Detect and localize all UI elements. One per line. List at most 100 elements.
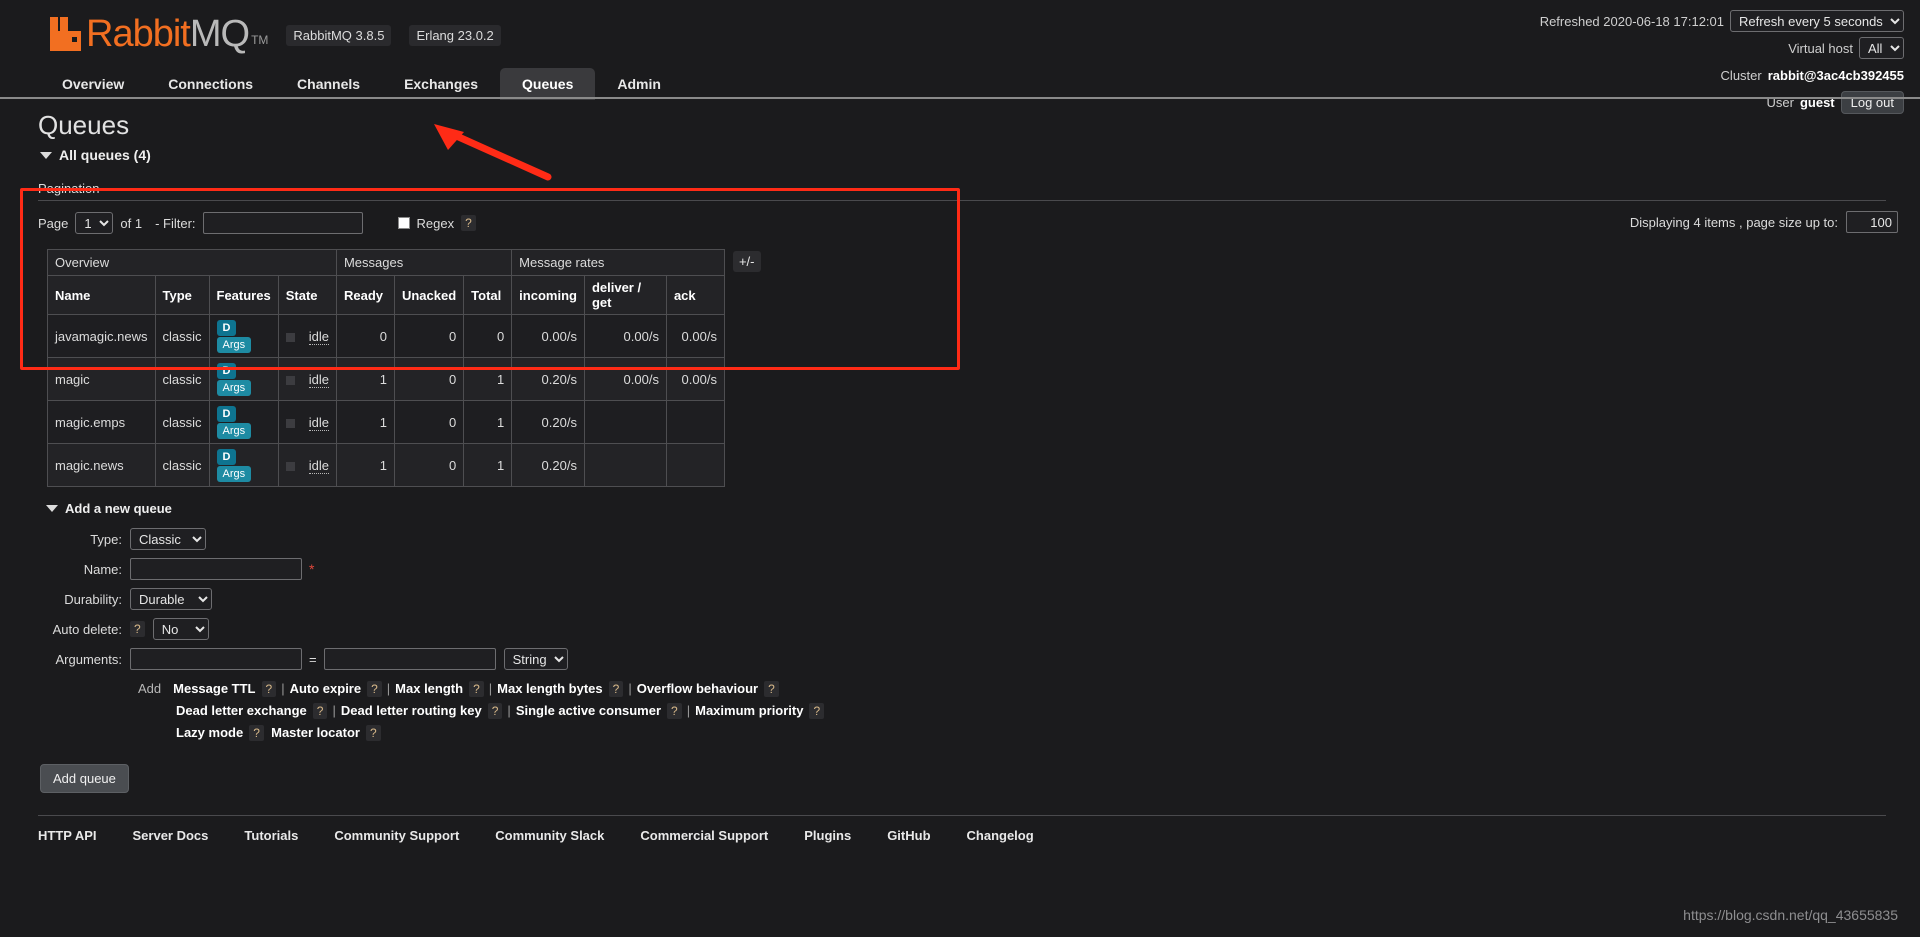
argument-preset-dead-letter-exchange[interactable]: Dead letter exchange xyxy=(176,703,307,718)
vhost-select[interactable]: All xyxy=(1859,37,1904,59)
argument-preset-message-ttl[interactable]: Message TTL xyxy=(173,681,255,696)
argument-preset-max-length[interactable]: Max length xyxy=(395,681,463,696)
column-header-type[interactable]: Type xyxy=(154,275,210,315)
footer-link-server-docs[interactable]: Server Docs xyxy=(133,828,209,843)
table-row[interactable]: magic.emps classic DArgs idle 1 0 1 0.20/s xyxy=(47,400,725,444)
tab-exchanges[interactable]: Exchanges xyxy=(382,68,500,100)
argument-preset-lazy-mode[interactable]: Lazy mode xyxy=(176,725,243,740)
tab-connections[interactable]: Connections xyxy=(146,68,275,100)
tabs-underline xyxy=(0,97,1920,99)
footer-link-community-support[interactable]: Community Support xyxy=(334,828,459,843)
add-queue-section-header[interactable]: Add a new queue xyxy=(46,501,1920,516)
displaying-controls: Displaying 4 items , page size up to: xyxy=(1630,211,1898,233)
form-row-auto-delete: Auto delete: ? No xyxy=(0,618,1920,640)
table-row[interactable]: magic classic DArgs idle 1 0 1 0.20/s 0.00/s 0.00… xyxy=(47,357,725,401)
page-number-select[interactable]: 1 xyxy=(75,212,114,234)
column-header-state[interactable]: State xyxy=(277,275,337,315)
column-header-features[interactable]: Features xyxy=(208,275,279,315)
argument-type-select[interactable]: String xyxy=(503,648,568,670)
tab-overview[interactable]: Overview xyxy=(40,68,146,100)
durable-badge[interactable]: D xyxy=(216,449,237,465)
queue-name-input[interactable] xyxy=(130,558,302,580)
queue-name-cell[interactable]: magic.news xyxy=(47,443,156,487)
tab-admin[interactable]: Admin xyxy=(595,68,683,100)
filter-input[interactable] xyxy=(202,212,363,234)
durability-select[interactable]: Durable xyxy=(130,588,212,610)
durable-badge[interactable]: D xyxy=(216,320,237,336)
chevron-down-icon xyxy=(40,151,52,159)
footer-link-github[interactable]: GitHub xyxy=(887,828,930,843)
durable-badge[interactable]: D xyxy=(216,363,237,379)
queue-name-cell[interactable]: magic xyxy=(47,357,156,401)
help-icon[interactable]: ? xyxy=(312,703,328,719)
column-header-total[interactable]: Total xyxy=(463,275,513,315)
args-badge[interactable]: Args xyxy=(216,466,252,482)
deliver-get-rate-cell: 0.00/s xyxy=(583,357,667,401)
link-separator: | xyxy=(281,681,285,696)
column-header-name[interactable]: Name xyxy=(47,275,156,315)
logo-rabbit-text: Rabbit xyxy=(86,13,191,55)
queue-name-cell[interactable]: javamagic.news xyxy=(47,314,156,358)
footer-link-commercial-support[interactable]: Commercial Support xyxy=(640,828,768,843)
add-queue-form: Type: Classic Name: * Durability: Durabl… xyxy=(0,528,1920,744)
footer-link-http-api[interactable]: HTTP API xyxy=(38,828,97,843)
durable-badge[interactable]: D xyxy=(216,406,237,422)
auto-delete-select[interactable]: No xyxy=(152,618,209,640)
add-queue-submit-button[interactable]: Add queue xyxy=(40,764,129,793)
column-header-unacked[interactable]: Unacked xyxy=(393,275,465,315)
help-icon[interactable]: ? xyxy=(249,725,264,741)
page-title: Queues xyxy=(38,110,130,140)
help-icon[interactable]: ? xyxy=(809,703,825,719)
help-icon[interactable]: ? xyxy=(365,725,381,741)
args-badge[interactable]: Args xyxy=(216,423,252,439)
all-queues-section-header[interactable]: All queues (4) xyxy=(40,147,1920,163)
footer-link-changelog[interactable]: Changelog xyxy=(967,828,1034,843)
tab-channels[interactable]: Channels xyxy=(275,68,382,100)
argument-preset-overflow-behaviour[interactable]: Overflow behaviour xyxy=(637,681,758,696)
args-badge[interactable]: Args xyxy=(216,380,252,396)
table-group-header-row: Overview Messages Message rates xyxy=(47,249,725,276)
refresh-interval-select[interactable]: Refresh every 5 seconds xyxy=(1730,10,1904,32)
pagination-label: Pagination xyxy=(38,181,1886,201)
help-icon[interactable]: ? xyxy=(367,681,382,697)
column-header-incoming[interactable]: incoming xyxy=(511,275,585,315)
help-icon[interactable]: ? xyxy=(764,681,779,697)
table-row[interactable]: magic.news classic DArgs idle 1 0 1 0.20/s xyxy=(47,443,725,487)
queue-name-cell[interactable]: magic.emps xyxy=(47,400,156,444)
rabbitmq-version-badge: RabbitMQ 3.8.5 xyxy=(286,25,392,46)
tab-queues[interactable]: Queues xyxy=(500,68,596,100)
table-row[interactable]: javamagic.news classic DArgs idle 0 0 0 0.00/s 0… xyxy=(47,314,725,358)
page-size-input[interactable] xyxy=(1846,211,1898,233)
argument-preset-maximum-priority[interactable]: Maximum priority xyxy=(695,703,803,718)
footer-link-tutorials[interactable]: Tutorials xyxy=(244,828,298,843)
argument-value-input[interactable] xyxy=(323,648,496,670)
help-icon[interactable]: ? xyxy=(261,681,277,697)
argument-preset-auto-expire[interactable]: Auto expire xyxy=(290,681,362,696)
help-icon[interactable]: ? xyxy=(487,703,503,719)
help-icon[interactable]: ? xyxy=(667,703,682,719)
help-icon[interactable]: ? xyxy=(469,681,484,697)
args-badge[interactable]: Args xyxy=(216,337,252,353)
regex-checkbox[interactable] xyxy=(397,217,410,229)
queue-type-cell: classic xyxy=(154,443,210,487)
column-header-deliver-get[interactable]: deliver / get xyxy=(583,275,667,315)
regex-help-icon[interactable]: ? xyxy=(461,215,476,231)
argument-preset-master-locator[interactable]: Master locator xyxy=(271,725,360,740)
footer-link-community-slack[interactable]: Community Slack xyxy=(495,828,604,843)
footer-link-plugins[interactable]: Plugins xyxy=(804,828,851,843)
argument-key-input[interactable] xyxy=(130,648,302,670)
column-header-ready[interactable]: Ready xyxy=(335,275,395,315)
auto-delete-help-icon[interactable]: ? xyxy=(130,621,145,637)
filter-label: - Filter: xyxy=(155,215,196,231)
argument-preset-dead-letter-routing-key[interactable]: Dead letter routing key xyxy=(341,703,482,718)
main-nav-tabs: Overview Connections Channels Exchanges Queu… xyxy=(40,68,683,100)
argument-preset-max-length-bytes[interactable]: Max length bytes xyxy=(497,681,602,696)
help-icon[interactable]: ? xyxy=(608,681,624,697)
add-argument-link[interactable]: Add xyxy=(138,681,161,696)
argument-preset-single-active-consumer[interactable]: Single active consumer xyxy=(516,703,661,718)
cluster-label: Cluster xyxy=(1720,67,1762,83)
queue-type-select[interactable]: Classic xyxy=(130,528,206,550)
column-toggle-button[interactable]: +/- xyxy=(732,251,761,272)
argument-links-row: Add Message TTL? | Auto expire? | Max length?… xyxy=(138,678,1920,700)
column-header-ack[interactable]: ack xyxy=(665,275,725,315)
